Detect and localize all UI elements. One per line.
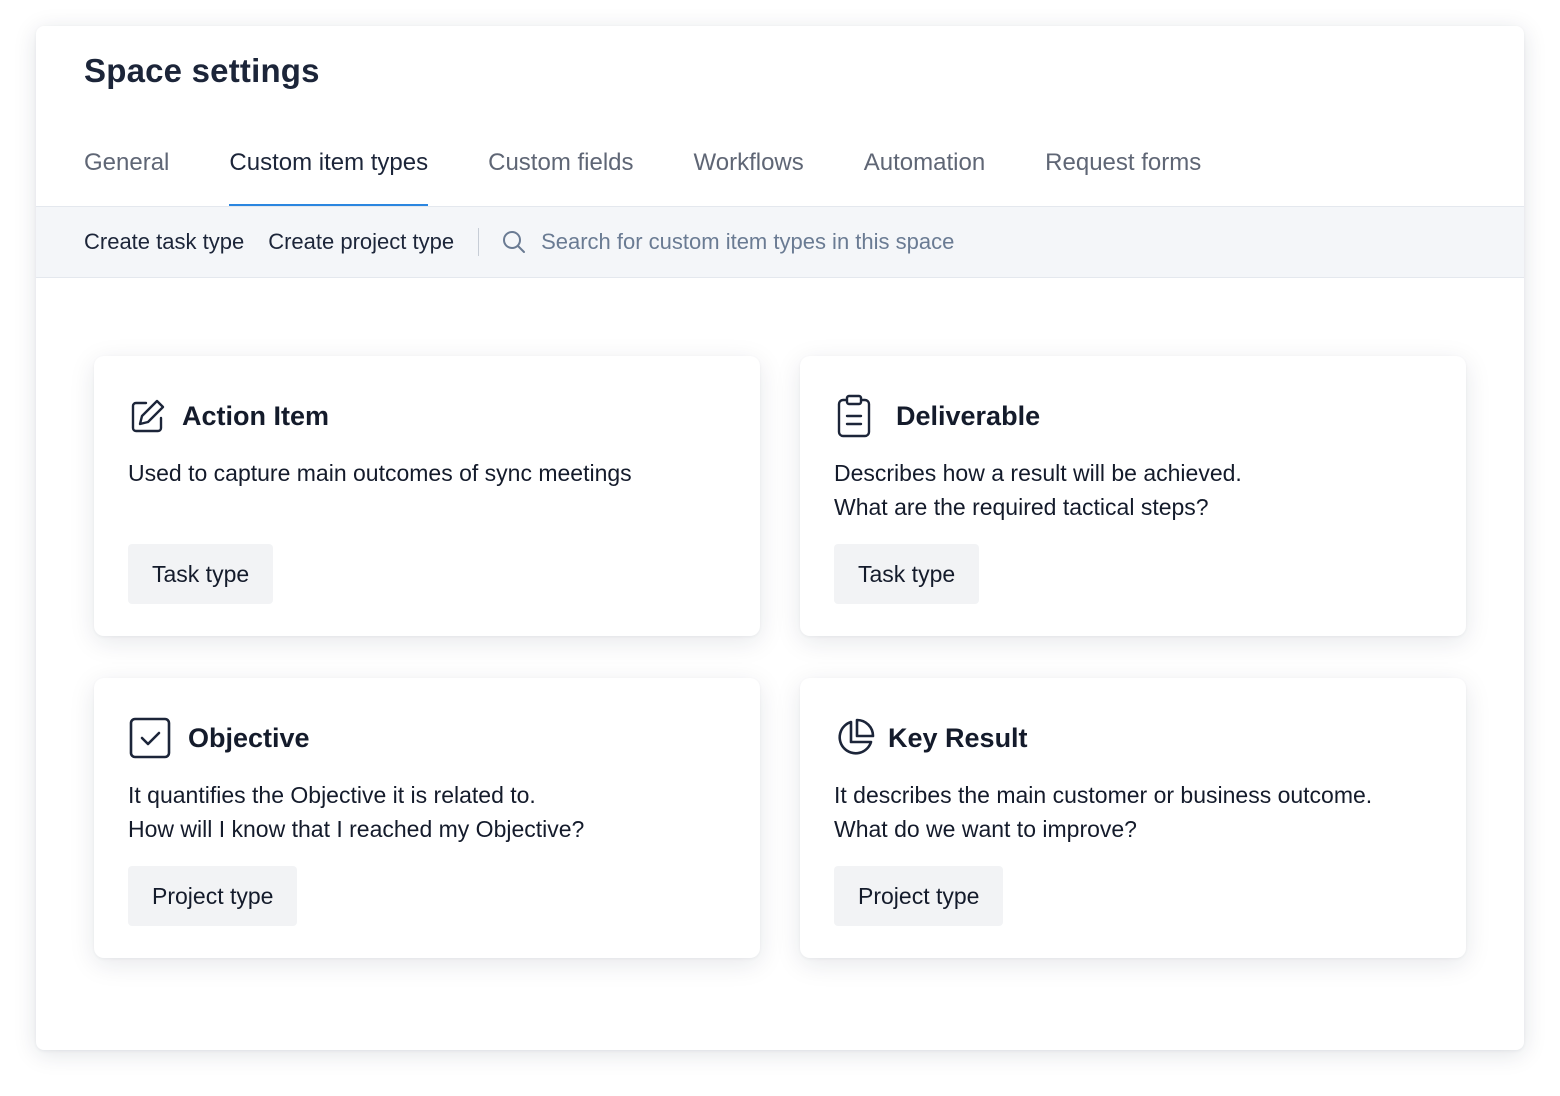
card-deliverable[interactable]: Deliverable Describes how a result will … (800, 356, 1466, 636)
space-settings-panel: Space settings General Custom item types… (36, 26, 1524, 1050)
card-title: Objective (188, 722, 310, 753)
clipboard-icon (834, 394, 878, 438)
tab-automation[interactable]: Automation (864, 144, 985, 207)
card-objective[interactable]: Objective It quantifies the Objective it… (94, 678, 760, 958)
search-input[interactable] (541, 229, 1142, 255)
settings-tabs: General Custom item types Custom fields … (84, 144, 1261, 207)
card-description: It describes the main customer or busine… (834, 778, 1432, 846)
card-description: It quantifies the Objective it is relate… (128, 778, 726, 846)
type-badge: Task type (834, 544, 980, 604)
card-description: Used to capture main outcomes of sync me… (128, 456, 726, 524)
tab-custom-fields[interactable]: Custom fields (488, 144, 633, 207)
create-task-type-button[interactable]: Create task type (84, 229, 244, 255)
card-title: Action Item (182, 400, 330, 431)
edit-icon (128, 394, 172, 438)
card-action-item[interactable]: Action Item Used to capture main outcome… (94, 356, 760, 636)
card-description-line: It describes the main customer or busine… (834, 782, 1373, 808)
card-description-line: Used to capture main outcomes of sync me… (128, 460, 632, 486)
page-title: Space settings (84, 52, 320, 89)
toolbar-divider (478, 228, 480, 256)
search-icon (503, 231, 526, 253)
tab-general[interactable]: General (84, 144, 169, 207)
card-description-line: How will I know that I reached my Object… (128, 816, 585, 842)
search-box (501, 229, 1142, 255)
type-badge: Task type (128, 544, 274, 604)
card-description-line: Describes how a result will be achieved. (834, 460, 1242, 486)
card-description-line: It quantifies the Objective it is relate… (128, 782, 536, 808)
card-description-line: What are the required tactical steps? (834, 494, 1209, 520)
toolbar: Create task type Create project type (36, 206, 1524, 278)
card-description-line: What do we want to improve? (834, 816, 1137, 842)
card-key-result[interactable]: Key Result It describes the main custome… (800, 678, 1466, 958)
tab-request-forms[interactable]: Request forms (1045, 144, 1201, 207)
card-title: Key Result (888, 722, 1028, 753)
card-description: Describes how a result will be achieved.… (834, 456, 1432, 524)
checkbox-icon (128, 716, 172, 760)
tab-custom-item-types[interactable]: Custom item types (229, 144, 429, 207)
card-title: Deliverable (896, 400, 1041, 431)
type-badge: Project type (128, 866, 298, 926)
create-project-type-button[interactable]: Create project type (268, 229, 454, 255)
tab-workflows[interactable]: Workflows (694, 144, 804, 207)
type-badge: Project type (834, 866, 1004, 926)
pie-chart-icon (834, 716, 878, 760)
